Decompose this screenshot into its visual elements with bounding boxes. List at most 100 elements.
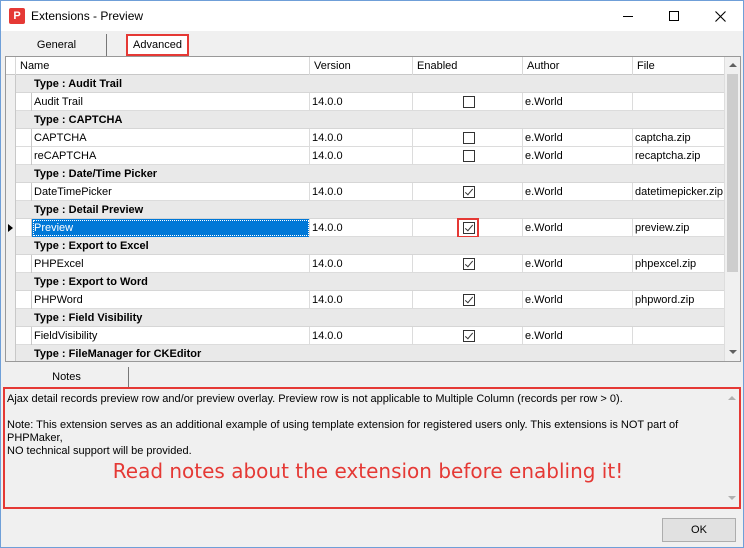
- group-row[interactable]: Type : Detail Preview: [6, 201, 724, 219]
- enabled-checkbox[interactable]: [463, 258, 475, 270]
- enabled-checkbox[interactable]: [463, 186, 475, 198]
- enabled-checkbox[interactable]: [463, 330, 475, 342]
- group-row[interactable]: Type : Export to Excel: [6, 237, 724, 255]
- version-cell[interactable]: 14.0.0: [310, 327, 413, 345]
- file-cell[interactable]: captcha.zip: [633, 129, 724, 147]
- file-cell[interactable]: phpword.zip: [633, 291, 724, 309]
- scroll-up-icon[interactable]: [728, 396, 736, 400]
- author-cell[interactable]: e.World: [523, 327, 633, 345]
- table-row[interactable]: PHPExcel 14.0.0 e.World phpexcel.zip: [6, 255, 724, 273]
- grid-scrollbar[interactable]: [724, 57, 740, 361]
- row-header[interactable]: [6, 165, 16, 183]
- name-cell[interactable]: CAPTCHA: [32, 129, 310, 147]
- group-row[interactable]: Type : Export to Word: [6, 273, 724, 291]
- version-cell[interactable]: 14.0.0: [310, 219, 413, 237]
- ok-button[interactable]: OK: [662, 518, 736, 542]
- author-cell[interactable]: e.World: [523, 255, 633, 273]
- author-cell[interactable]: e.World: [523, 93, 633, 111]
- table-row[interactable]: CAPTCHA 14.0.0 e.World captcha.zip: [6, 129, 724, 147]
- scroll-thumb[interactable]: [727, 74, 738, 272]
- group-row[interactable]: Type : Audit Trail: [6, 75, 724, 93]
- author-cell[interactable]: e.World: [523, 147, 633, 165]
- row-header[interactable]: [6, 201, 16, 219]
- name-cell[interactable]: FieldVisibility: [32, 327, 310, 345]
- version-cell[interactable]: 14.0.0: [310, 93, 413, 111]
- name-cell[interactable]: Preview: [32, 219, 310, 237]
- tab-general[interactable]: General: [7, 34, 107, 56]
- column-header-author[interactable]: Author: [523, 57, 633, 75]
- row-header[interactable]: [6, 273, 16, 291]
- name-cell[interactable]: PHPWord: [32, 291, 310, 309]
- enabled-cell[interactable]: [413, 218, 523, 238]
- scroll-up-icon[interactable]: [729, 63, 737, 67]
- author-cell[interactable]: e.World: [523, 183, 633, 201]
- enabled-cell[interactable]: [413, 93, 523, 111]
- tab-notes[interactable]: Notes: [5, 367, 129, 387]
- scroll-down-icon[interactable]: [728, 496, 736, 500]
- file-cell[interactable]: preview.zip: [633, 219, 724, 237]
- table-row[interactable]: Audit Trail 14.0.0 e.World: [6, 93, 724, 111]
- maximize-button[interactable]: [651, 1, 697, 31]
- enabled-checkbox[interactable]: [463, 96, 475, 108]
- group-label: Type : Detail Preview: [34, 204, 144, 216]
- version-cell[interactable]: 14.0.0: [310, 291, 413, 309]
- enabled-cell[interactable]: [413, 147, 523, 165]
- enabled-cell[interactable]: [413, 183, 523, 201]
- close-button[interactable]: [697, 1, 743, 31]
- file-cell[interactable]: [633, 327, 724, 345]
- name-cell[interactable]: PHPExcel: [32, 255, 310, 273]
- version-cell[interactable]: 14.0.0: [310, 129, 413, 147]
- enabled-cell[interactable]: [413, 255, 523, 273]
- row-header[interactable]: [6, 75, 16, 93]
- row-header[interactable]: [6, 93, 16, 111]
- minimize-button[interactable]: [605, 1, 651, 31]
- enabled-cell[interactable]: [413, 327, 523, 345]
- row-header[interactable]: [6, 345, 16, 361]
- enabled-checkbox[interactable]: [463, 294, 475, 306]
- name-cell[interactable]: Audit Trail: [32, 93, 310, 111]
- row-header[interactable]: [6, 309, 16, 327]
- enabled-cell[interactable]: [413, 129, 523, 147]
- table-row[interactable]: PHPWord 14.0.0 e.World phpword.zip: [6, 291, 724, 309]
- enabled-checkbox[interactable]: [463, 132, 475, 144]
- group-row[interactable]: Type : FileManager for CKEditor: [6, 345, 724, 361]
- group-row[interactable]: Type : Field Visibility: [6, 309, 724, 327]
- row-header[interactable]: [6, 255, 16, 273]
- name-cell[interactable]: reCAPTCHA: [32, 147, 310, 165]
- author-cell[interactable]: e.World: [523, 291, 633, 309]
- row-header[interactable]: [6, 183, 16, 201]
- column-header-version[interactable]: Version: [310, 57, 413, 75]
- file-cell[interactable]: [633, 93, 724, 111]
- version-cell[interactable]: 14.0.0: [310, 255, 413, 273]
- table-row[interactable]: Preview 14.0.0 e.World preview.zip: [6, 218, 724, 238]
- author-cell[interactable]: e.World: [523, 219, 633, 237]
- table-row[interactable]: DateTimePicker 14.0.0 e.World datetimepicke…: [6, 183, 724, 201]
- column-header-enabled[interactable]: Enabled: [413, 57, 523, 75]
- row-header[interactable]: [6, 129, 16, 147]
- column-header-file[interactable]: File: [633, 57, 724, 75]
- group-row[interactable]: Type : Date/Time Picker: [6, 165, 724, 183]
- version-cell[interactable]: 14.0.0: [310, 183, 413, 201]
- enabled-checkbox[interactable]: [463, 150, 475, 162]
- row-header[interactable]: [6, 291, 16, 309]
- group-row[interactable]: Type : CAPTCHA: [6, 111, 724, 129]
- name-cell[interactable]: DateTimePicker: [32, 183, 310, 201]
- scroll-down-icon[interactable]: [729, 350, 737, 354]
- row-header[interactable]: [6, 147, 16, 165]
- author-cell[interactable]: e.World: [523, 129, 633, 147]
- row-indent: [16, 147, 32, 165]
- row-header[interactable]: [6, 111, 16, 129]
- file-cell[interactable]: phpexcel.zip: [633, 255, 724, 273]
- enabled-cell[interactable]: [413, 291, 523, 309]
- notes-scrollbar[interactable]: [725, 389, 739, 507]
- file-cell[interactable]: datetimepicker.zip: [633, 183, 724, 201]
- row-header[interactable]: [6, 237, 16, 255]
- file-cell[interactable]: recaptcha.zip: [633, 147, 724, 165]
- row-header[interactable]: [6, 219, 16, 237]
- table-row[interactable]: FieldVisibility 14.0.0 e.World: [6, 327, 724, 345]
- version-cell[interactable]: 14.0.0: [310, 147, 413, 165]
- column-header-name[interactable]: Name: [16, 57, 310, 75]
- tab-advanced[interactable]: Advanced: [126, 34, 189, 56]
- table-row[interactable]: reCAPTCHA 14.0.0 e.World recaptcha.zip: [6, 147, 724, 165]
- row-header[interactable]: [6, 327, 16, 345]
